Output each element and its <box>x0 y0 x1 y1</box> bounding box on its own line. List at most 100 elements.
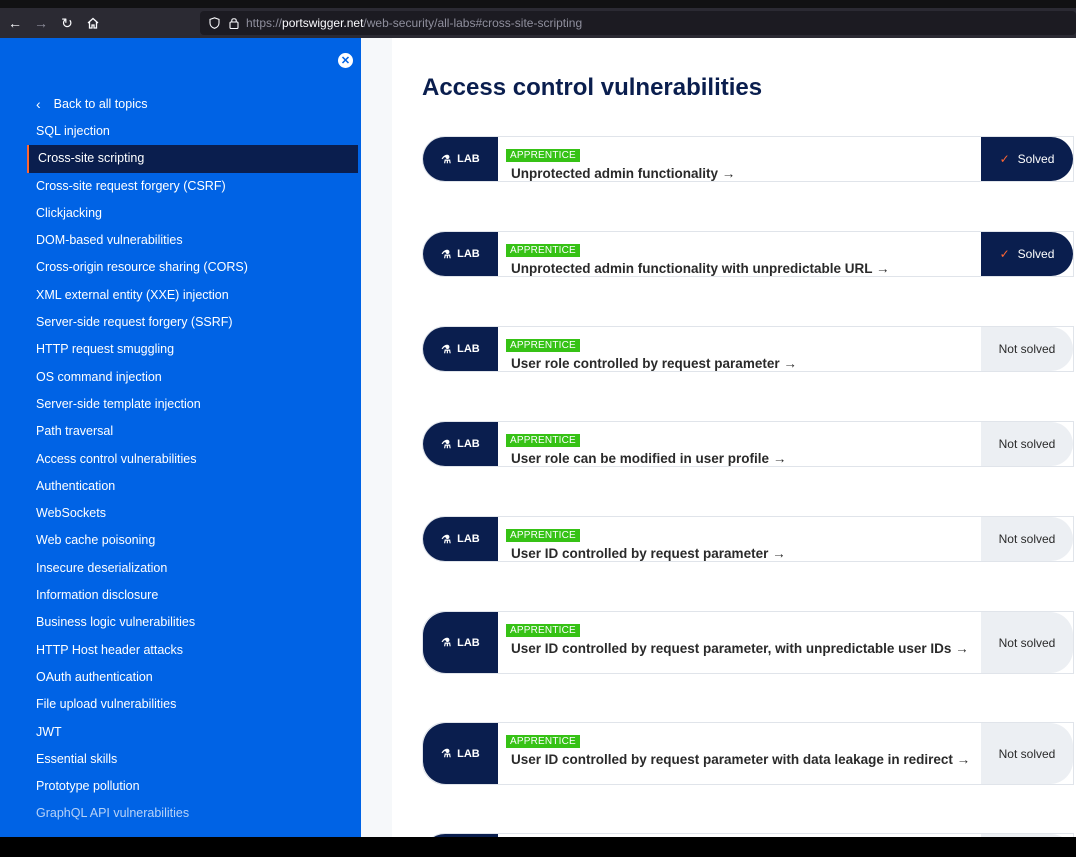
status-badge: ✓ Solved <box>981 137 1073 181</box>
lab-title-link[interactable]: Unprotected admin functionality with unp… <box>506 261 971 277</box>
back-arrow-icon[interactable]: ← <box>2 10 28 36</box>
lab-badge: ⚗ LAB <box>423 723 498 784</box>
url-scheme: https:// <box>246 16 283 30</box>
sidebar-item-ssrf[interactable]: Server-side request forgery (SSRF) <box>0 309 361 336</box>
sidebar-item-graphql[interactable]: GraphQL API vulnerabilities <box>0 800 361 827</box>
home-icon[interactable] <box>80 10 106 36</box>
lab-title-link[interactable]: User ID controlled by request parameter … <box>506 752 971 768</box>
sidebar-item-xxe[interactable]: XML external entity (XXE) injection <box>0 282 361 309</box>
web-page: ✕ ‹ Back to all topics SQL injection Cro… <box>0 38 1076 837</box>
flask-icon: ⚗ <box>441 748 452 760</box>
level-badge: APPRENTICE <box>506 529 580 542</box>
flask-icon: ⚗ <box>441 248 452 261</box>
sidebar-item-access-control[interactable]: Access control vulnerabilities <box>0 446 361 473</box>
browser-toolbar: ← → ↻ https://portswigger.net/web-securi… <box>0 8 1076 38</box>
lab-title-link[interactable]: User role controlled by request paramete… <box>506 356 971 372</box>
lab-badge: ⚗ LAB <box>423 327 498 371</box>
sidebar-item-file-upload[interactable]: File upload vulnerabilities <box>0 691 361 718</box>
status-label: Solved <box>1017 247 1055 261</box>
lab-body: APPRENTICE User role can be modified in … <box>498 422 981 466</box>
lab-body: APPRENTICE User ID controlled by request… <box>498 723 981 784</box>
level-badge: APPRENTICE <box>506 434 580 447</box>
lab-badge: ⚗ LAB <box>423 517 498 561</box>
status-label: Not solved <box>998 342 1056 356</box>
sidebar-item-dom-based[interactable]: DOM-based vulnerabilities <box>0 227 361 254</box>
topics-sidebar: ✕ ‹ Back to all topics SQL injection Cro… <box>0 38 361 837</box>
lab-body: APPRENTICE Unprotected admin functionali… <box>498 232 981 276</box>
sidebar-item-request-smuggling[interactable]: HTTP request smuggling <box>0 336 361 363</box>
lab-body: APPRENTICE User role controlled by reque… <box>498 327 981 371</box>
back-link-label: Back to all topics <box>53 97 148 111</box>
page-title: Access control vulnerabilities <box>422 74 763 101</box>
lab-badge-label: LAB <box>457 747 480 760</box>
sidebar-item-information-disclosure[interactable]: Information disclosure <box>0 582 361 609</box>
lab-badge: ⚗ LAB <box>423 612 498 673</box>
lab-badge: ⚗ LAB <box>423 232 498 276</box>
sidebar-item-business-logic[interactable]: Business logic vulnerabilities <box>0 609 361 636</box>
lock-icon[interactable] <box>226 15 242 31</box>
lab-title-link[interactable]: User role can be modified in user profil… <box>506 451 971 467</box>
close-sidebar-icon[interactable]: ✕ <box>338 53 353 68</box>
window-bottom-strip <box>0 837 1076 857</box>
reload-icon[interactable]: ↻ <box>54 10 80 36</box>
lab-card[interactable]: ⚗ LAB APPRENTICE Unprotected admin functi… <box>422 136 1074 182</box>
sidebar-item-websockets[interactable]: WebSockets <box>0 500 361 527</box>
sidebar-item-cors[interactable]: Cross-origin resource sharing (CORS) <box>0 254 361 281</box>
status-badge: Not solved <box>981 422 1073 466</box>
sidebar-item-prototype-pollution[interactable]: Prototype pollution <box>0 773 361 800</box>
lab-card[interactable]: ⚗ LAB APPRENTICE User ID controlled by re… <box>422 516 1074 562</box>
chevron-left-icon: ‹ <box>36 96 41 112</box>
sidebar-item-clickjacking[interactable]: Clickjacking <box>0 200 361 227</box>
tracking-protection-shield-icon[interactable] <box>206 15 222 31</box>
sidebar-item-ssti[interactable]: Server-side template injection <box>0 391 361 418</box>
lab-badge-label: LAB <box>457 343 480 355</box>
checkmark-icon: ✓ <box>999 247 1010 261</box>
window-top-strip <box>0 0 1076 8</box>
lab-title-link[interactable]: User ID controlled by request parameter … <box>506 546 971 562</box>
level-badge: APPRENTICE <box>506 735 580 748</box>
lab-title-link[interactable]: Unprotected admin functionality → <box>506 166 971 182</box>
lab-badge-label: LAB <box>457 636 480 649</box>
status-label: Solved <box>1017 152 1055 166</box>
url-path: /web-security/all-labs#cross-site-script… <box>363 16 583 30</box>
sidebar-item-authentication[interactable]: Authentication <box>0 473 361 500</box>
flask-icon: ⚗ <box>441 343 452 356</box>
lab-title-link[interactable]: User ID controlled by request parameter,… <box>506 641 971 657</box>
status-badge: Not solved <box>981 517 1073 561</box>
status-label: Not solved <box>998 437 1056 451</box>
checkmark-icon: ✓ <box>999 152 1010 166</box>
sidebar-item-host-header[interactable]: HTTP Host header attacks <box>0 637 361 664</box>
sidebar-item-insecure-deserialization[interactable]: Insecure deserialization <box>0 555 361 582</box>
sidebar-item-jwt[interactable]: JWT <box>0 719 361 746</box>
lab-badge-label: LAB <box>457 533 480 545</box>
lab-card[interactable]: ⚗ LAB APPRENTICE Unprotected admin functi… <box>422 231 1074 277</box>
forward-arrow-icon[interactable]: → <box>28 10 54 36</box>
lab-badge: ⚗ LAB <box>423 137 498 181</box>
sidebar-item-path-traversal[interactable]: Path traversal <box>0 418 361 445</box>
lab-card[interactable]: ⚗ LAB APPRENTICE User ID controlled by re… <box>422 722 1074 785</box>
url-text[interactable]: https://portswigger.net/web-security/all… <box>246 16 582 30</box>
level-badge: APPRENTICE <box>506 624 580 637</box>
url-host: portswigger.net <box>282 16 364 30</box>
sidebar-item-cross-site-scripting[interactable]: Cross-site scripting <box>27 145 358 173</box>
flask-icon: ⚗ <box>441 637 452 649</box>
lab-badge-label: LAB <box>457 438 480 450</box>
lab-badge-label: LAB <box>457 153 480 165</box>
sidebar-item-os-command-injection[interactable]: OS command injection <box>0 364 361 391</box>
back-to-all-topics-link[interactable]: ‹ Back to all topics <box>36 96 147 112</box>
status-label: Not solved <box>998 635 1056 650</box>
address-bar[interactable]: https://portswigger.net/web-security/all… <box>200 11 1076 35</box>
sidebar-item-essential-skills[interactable]: Essential skills <box>0 746 361 773</box>
sidebar-item-sql-injection[interactable]: SQL injection <box>0 118 361 145</box>
sidebar-item-web-cache-poisoning[interactable]: Web cache poisoning <box>0 527 361 554</box>
lab-card[interactable]: ⚗ LAB APPRENTICE User ID controlled by re… <box>422 611 1074 674</box>
flask-icon: ⚗ <box>441 153 452 166</box>
lab-card[interactable]: ⚗ LAB APPRENTICE User role can be modifie… <box>422 421 1074 467</box>
lab-badge-label: LAB <box>457 248 480 260</box>
topic-list: SQL injection Cross-site scripting Cross… <box>0 118 361 828</box>
status-badge: Not solved <box>981 327 1073 371</box>
lab-card[interactable]: ⚗ LAB APPRENTICE User role controlled by … <box>422 326 1074 372</box>
lab-body: APPRENTICE User ID controlled by request… <box>498 612 981 673</box>
sidebar-item-csrf[interactable]: Cross-site request forgery (CSRF) <box>0 173 361 200</box>
sidebar-item-oauth[interactable]: OAuth authentication <box>0 664 361 691</box>
